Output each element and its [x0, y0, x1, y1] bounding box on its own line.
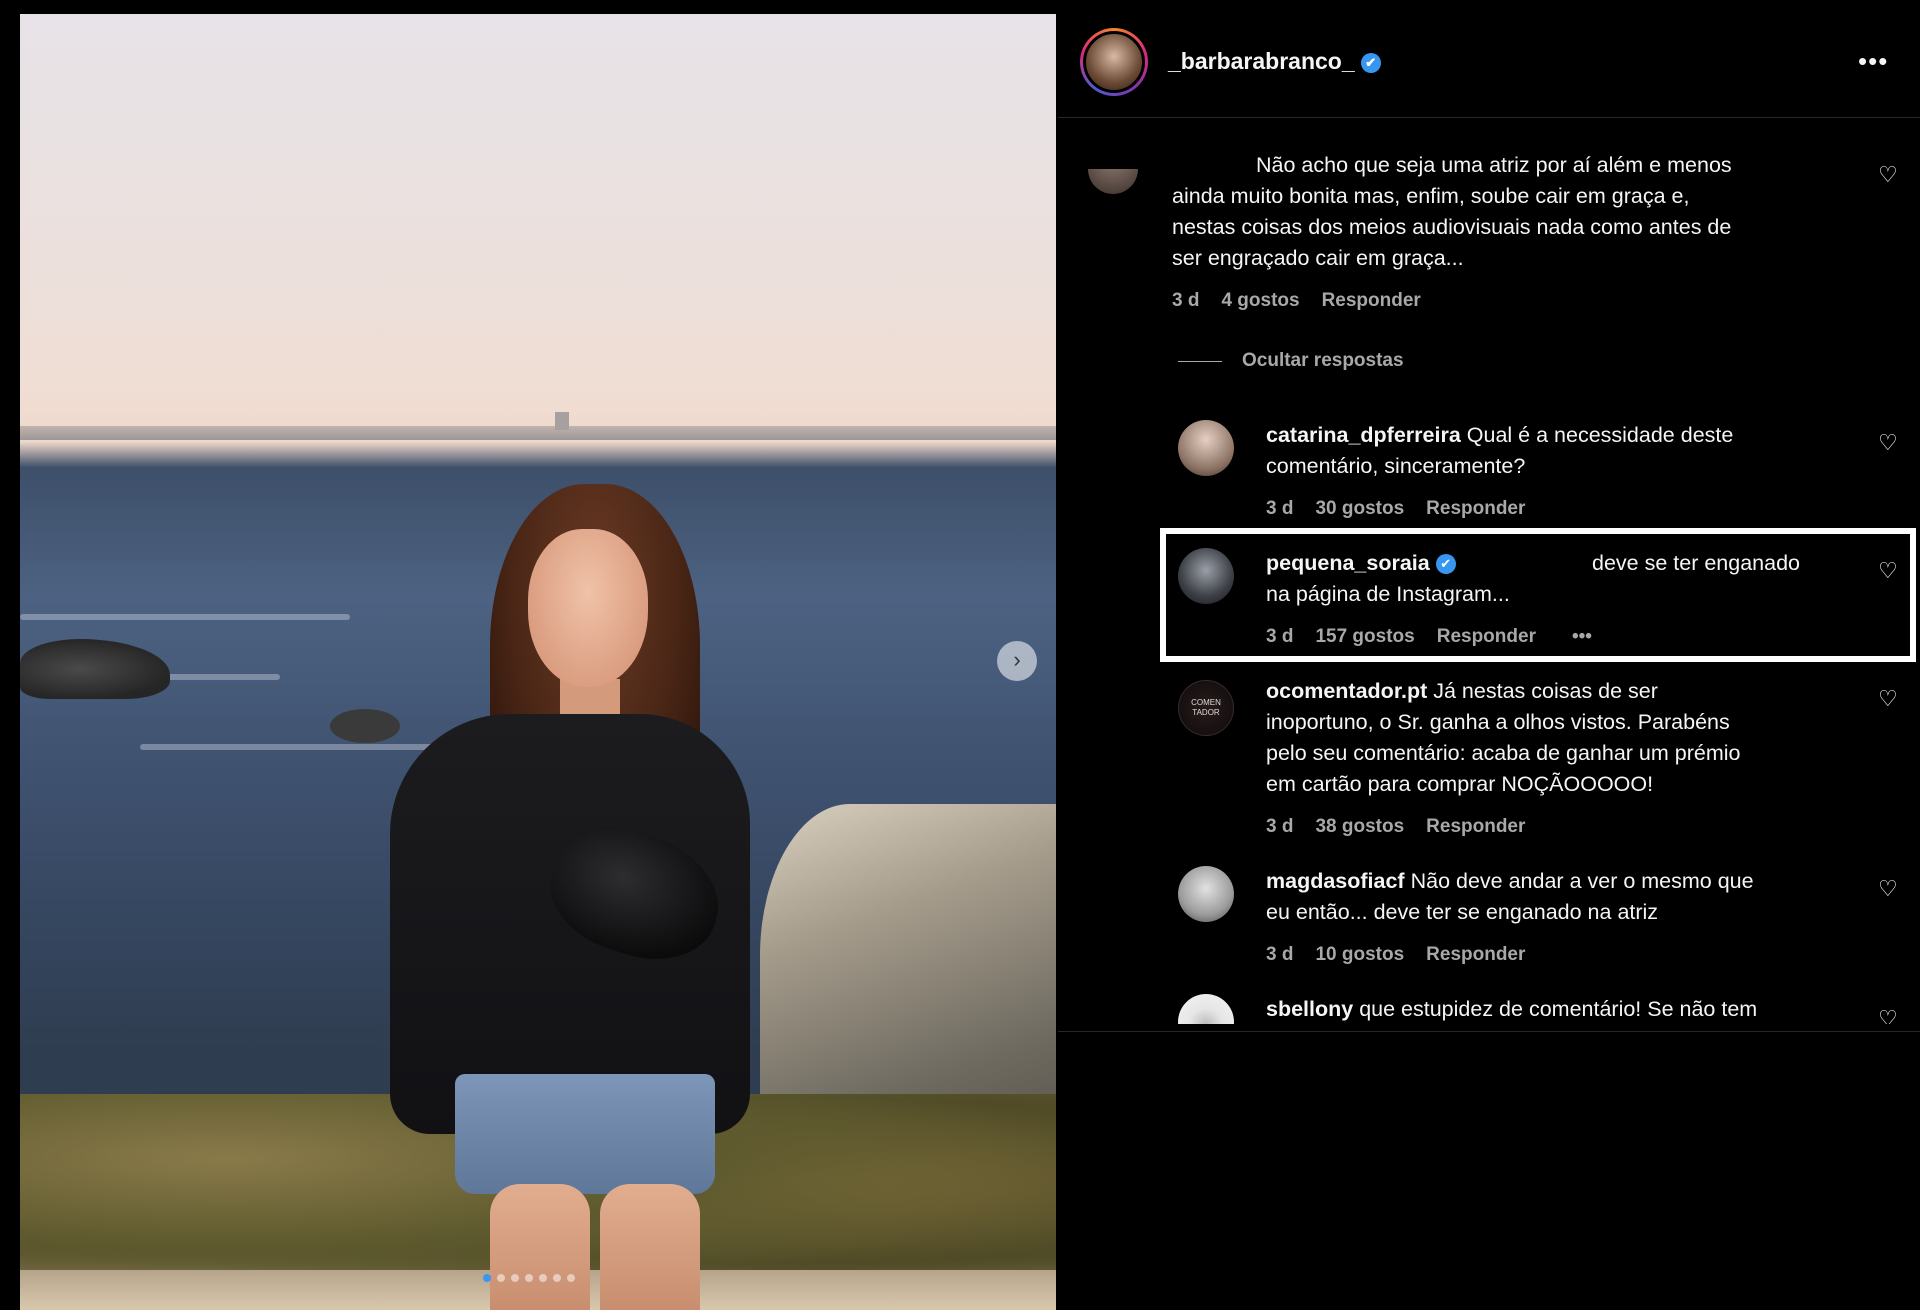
comment-likes[interactable]: 4 gostos — [1221, 290, 1299, 312]
comment-time: 3 d — [1266, 944, 1294, 965]
reply-button[interactable]: Responder — [1426, 816, 1525, 838]
hide-replies-label[interactable]: Ocultar respostas — [1242, 350, 1404, 372]
comment-time: 3 d — [1172, 290, 1200, 311]
comment-line: Não acho que seja uma atriz por aí além … — [1256, 153, 1732, 177]
reply: sbellony que estupidez de comentário! Se… — [1058, 994, 1920, 1024]
comment-time: 3 d — [1266, 816, 1294, 837]
face — [528, 529, 648, 687]
comment-line: magdasofiacf Não deve andar a ver o mesm… — [1266, 869, 1754, 893]
commenter-username[interactable]: sbellony — [1266, 997, 1353, 1021]
leg — [490, 1184, 590, 1310]
comment-meta: 3 d 38 gostos Responder — [1266, 816, 1525, 838]
carousel-dot[interactable] — [511, 1274, 519, 1282]
comment-line: ser engraçado cair em graça... — [1172, 246, 1464, 270]
horizon-coastline — [20, 426, 1056, 440]
commenter-avatar[interactable] — [1178, 994, 1234, 1024]
carousel-dot[interactable] — [483, 1274, 491, 1282]
comment-line: eu então... deve ter se enganado na atri… — [1266, 900, 1659, 924]
person — [380, 484, 780, 1310]
reply-button[interactable]: Responder — [1322, 290, 1421, 312]
comment-meta: 3 d 30 gostos Responder — [1266, 498, 1525, 520]
avatar-logo-text: COMEN TADOR — [1191, 698, 1221, 717]
post-photo[interactable]: › — [20, 14, 1056, 1310]
commenter-username[interactable]: catarina_dpferreira — [1266, 423, 1461, 447]
reply-button[interactable]: Responder — [1426, 498, 1525, 520]
commenter-avatar[interactable] — [1088, 169, 1138, 194]
hide-replies-button[interactable]: Ocultar respostas — [1178, 350, 1404, 372]
verified-badge-icon: ✔ — [1360, 52, 1381, 73]
header-username[interactable]: _barbarabranco_ ✔ — [1168, 48, 1381, 75]
comment-line: inoportuno, o Sr. ganha a olhos vistos. … — [1266, 710, 1730, 734]
comment-line: nestas coisas dos meios audiovisuais nad… — [1172, 215, 1732, 239]
carousel-next-icon[interactable]: › — [997, 641, 1037, 681]
post-header: _barbarabranco_ ✔ ••• — [1058, 0, 1920, 118]
carousel-dot[interactable] — [567, 1274, 575, 1282]
comment-line: em cartão para comprar NOÇÃOOOOO! — [1266, 772, 1654, 796]
commenter-avatar[interactable] — [1178, 420, 1234, 476]
rock — [20, 639, 170, 699]
comment-line: catarina_dpferreira Qual é a necessidade… — [1266, 423, 1734, 447]
comments-panel: _barbarabranco_ ✔ ••• Não acho que seja u… — [1058, 0, 1920, 1030]
commenter-avatar[interactable]: COMEN TADOR — [1178, 680, 1234, 736]
comment-likes[interactable]: 10 gostos — [1315, 944, 1404, 966]
wave — [20, 614, 350, 620]
heart-icon[interactable]: ♡ — [1878, 878, 1900, 900]
distant-building — [555, 412, 569, 430]
carousel-dot[interactable] — [525, 1274, 533, 1282]
heart-icon[interactable]: ♡ — [1878, 164, 1900, 186]
comment-likes[interactable]: 38 gostos — [1315, 816, 1404, 838]
denim-shorts — [455, 1074, 715, 1194]
divider-line — [1178, 360, 1222, 362]
comment-time: 3 d — [1266, 498, 1294, 519]
heart-icon[interactable]: ♡ — [1878, 432, 1900, 454]
leg — [600, 1184, 700, 1310]
comment-likes[interactable]: 30 gostos — [1315, 498, 1404, 520]
profile-avatar[interactable] — [1080, 28, 1148, 96]
comment-line: sbellony que estupidez de comentário! Se… — [1266, 997, 1758, 1021]
carousel-dots — [483, 1274, 575, 1282]
comment-line: ocomentador.pt Já nestas coisas de ser — [1266, 679, 1658, 703]
comment-meta: 3 d 10 gostos Responder — [1266, 944, 1525, 966]
more-horizontal-icon[interactable]: ••• — [1858, 46, 1888, 77]
comment-line: ainda muito bonita mas, enfim, soube cai… — [1172, 184, 1690, 208]
heart-icon[interactable]: ♡ — [1878, 1008, 1900, 1025]
commenter-username[interactable]: ocomentador.pt — [1266, 679, 1427, 703]
username-link[interactable]: _barbarabranco_ — [1168, 48, 1355, 74]
carousel-dot[interactable] — [553, 1274, 561, 1282]
highlight-box — [1160, 528, 1916, 662]
comment-line: pelo seu comentário: acaba de ganhar um … — [1266, 741, 1741, 765]
commenter-avatar[interactable] — [1178, 866, 1234, 922]
carousel-dot[interactable] — [497, 1274, 505, 1282]
comment-meta: 3 d 4 gostos Responder — [1172, 290, 1421, 312]
comment-line: comentário, sinceramente? — [1266, 454, 1526, 478]
carousel-dot[interactable] — [539, 1274, 547, 1282]
commenter-username[interactable]: magdasofiacf — [1266, 869, 1405, 893]
heart-icon[interactable]: ♡ — [1878, 688, 1900, 710]
reply-button[interactable]: Responder — [1426, 944, 1525, 966]
divider — [1058, 1031, 1920, 1032]
